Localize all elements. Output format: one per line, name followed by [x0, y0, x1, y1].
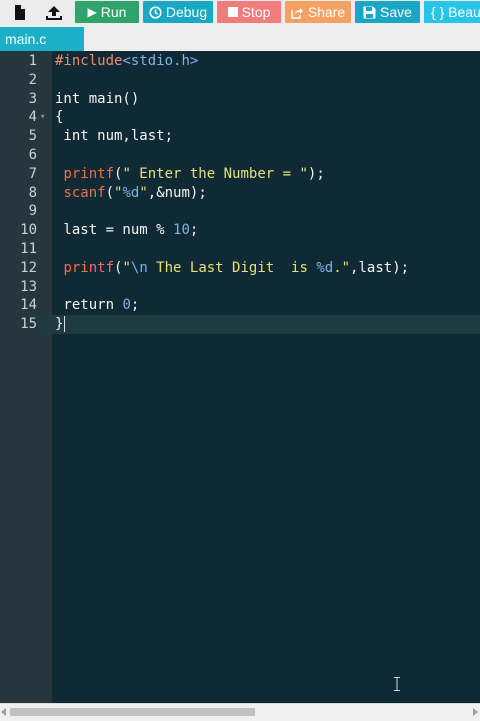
line-number: 3: [28, 90, 37, 107]
code-text: }: [55, 316, 66, 333]
save-disk-icon: [363, 6, 376, 18]
debug-button[interactable]: Debug: [143, 1, 213, 23]
line-number: 5: [28, 128, 37, 145]
line-number: 1: [28, 53, 37, 69]
upload-button[interactable]: [38, 1, 70, 23]
tab-main-c[interactable]: main.c: [0, 27, 84, 51]
save-label: Save: [380, 4, 412, 20]
fold-arrow-icon[interactable]: ▾: [40, 108, 45, 127]
line-number: 12: [20, 259, 37, 276]
code-line[interactable]: 15}: [0, 315, 480, 335]
code-line[interactable]: 4 ▾ {: [0, 108, 480, 127]
code-line[interactable]: 14 return 0;: [0, 296, 480, 315]
line-number: 10: [20, 222, 37, 239]
code-text: scanf("%d",&num);: [63, 184, 207, 201]
file-icon: [15, 4, 25, 20]
debug-label: Debug: [165, 4, 208, 20]
debug-clock-icon: [149, 5, 162, 19]
line-number: 7: [28, 165, 37, 182]
code-line[interactable]: 6: [0, 146, 480, 165]
stop-button[interactable]: Stop: [217, 1, 281, 23]
code-line[interactable]: 8 scanf("%d",&num);: [0, 184, 480, 203]
line-number: 14: [20, 297, 37, 314]
scroll-right-arrow-icon[interactable]: [473, 708, 478, 716]
line-number: 15: [0, 315, 37, 335]
code-line[interactable]: 12 printf("\n The Last Digit is %d.",las…: [0, 259, 480, 278]
code-text: printf(" Enter the Number = ");: [63, 165, 325, 182]
code-text: last = num % 10;: [55, 222, 199, 239]
stop-label: Stop: [241, 4, 271, 20]
code-text: return 0;: [55, 297, 140, 314]
code-line[interactable]: 3 int main(): [0, 90, 480, 109]
text-caret: [64, 316, 66, 333]
beautify-label: { } Beautify: [431, 4, 480, 20]
line-number: 2: [28, 71, 37, 88]
horizontal-scrollbar[interactable]: [0, 703, 480, 721]
code-line[interactable]: 9: [0, 202, 480, 221]
code-text: printf("\n The Last Digit is %d.",last);: [63, 259, 410, 276]
toolbar: ▶ Run Debug Stop Share Save { } Beautify: [0, 0, 480, 25]
line-number: 8: [28, 184, 37, 201]
line-number: 6: [28, 147, 37, 163]
code-line[interactable]: 5 int num,last;: [0, 127, 480, 146]
code-line[interactable]: 11: [0, 240, 480, 259]
code-text: int main(): [55, 90, 140, 107]
file-tab-bar: main.c: [0, 25, 480, 52]
stop-icon: [227, 7, 238, 17]
upload-icon: [46, 5, 62, 20]
share-label: Share: [307, 4, 346, 20]
code-text: {: [55, 109, 64, 126]
tab-label: main.c: [5, 31, 47, 47]
line-number: 11: [20, 241, 37, 257]
play-icon: ▶: [87, 5, 97, 19]
scroll-left-arrow-icon[interactable]: [1, 708, 6, 716]
text-cursor-ibeam-icon: [394, 677, 400, 691]
run-label: Run: [100, 4, 127, 20]
code-line[interactable]: 10 last = num % 10;: [0, 221, 480, 240]
code-line[interactable]: 7 printf(" Enter the Number = ");: [0, 165, 480, 184]
line-number: 4: [28, 109, 37, 126]
code-line[interactable]: 1 #include<stdio.h>: [0, 52, 480, 71]
run-button[interactable]: ▶ Run: [75, 1, 139, 23]
share-button[interactable]: Share: [285, 1, 351, 23]
code-line[interactable]: 13: [0, 278, 480, 297]
beautify-button[interactable]: { } Beautify: [424, 1, 480, 23]
code-text: #include<stdio.h>: [55, 53, 199, 69]
code-text: int num,last;: [55, 128, 174, 145]
scrollbar-thumb[interactable]: [10, 708, 255, 716]
line-number: 13: [20, 278, 37, 295]
new-file-button[interactable]: [4, 1, 36, 23]
share-icon: [291, 7, 303, 19]
line-number: 9: [28, 203, 37, 220]
save-button[interactable]: Save: [355, 1, 420, 23]
code-editor[interactable]: 1 #include<stdio.h> 2 3 int main() 4 ▾ {5 int n…: [0, 51, 480, 703]
code-line[interactable]: 2: [0, 71, 480, 90]
